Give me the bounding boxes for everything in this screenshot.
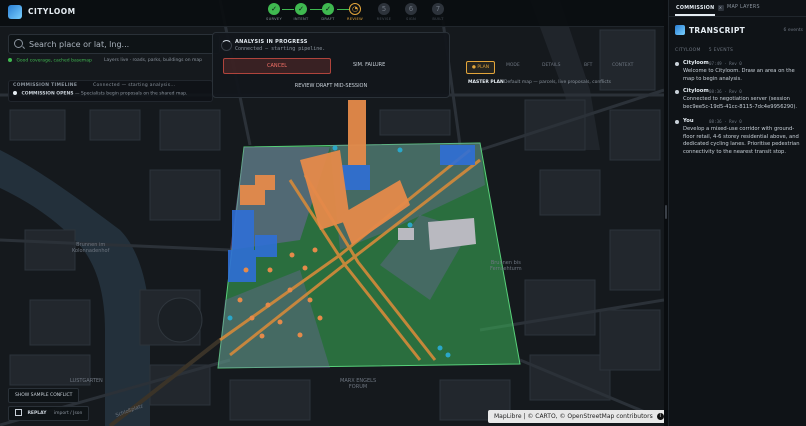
master-plan-row: MASTER PLAN Default map — parcels, live … <box>468 80 658 85</box>
search-box[interactable] <box>8 34 220 54</box>
close-icon[interactable]: × <box>717 5 724 11</box>
transcript-icon <box>675 25 685 35</box>
master-plan-text: Default map — parcels, live proposals, c… <box>504 80 611 85</box>
map-label-fernsehturm: Brunnen bis Fernsehturm <box>490 260 522 272</box>
step-revise[interactable]: 5 REVISE <box>369 3 399 21</box>
step-sign[interactable]: 6 SIGN <box>396 3 426 21</box>
bullet-icon <box>675 120 679 124</box>
check-icon: ✓ <box>322 3 334 15</box>
analysis-panel: ANALYSIS IN PROGRESS Connected — startin… <box>212 32 450 98</box>
map-label-brunnen: Brunnen im Kolonnadenhof <box>72 242 110 254</box>
brand-name: CITYLOOM <box>28 7 76 16</box>
transcript-title: TRANSCRIPT <box>689 26 746 35</box>
bullet-icon <box>675 62 679 66</box>
replay-button[interactable]: REPLAY import / Json <box>8 406 90 421</box>
transcript-meta: CITYLOOM 5 EVENTS <box>675 48 734 53</box>
show-sample-conflict-button[interactable]: SHOW SAMPLE CONFLICT <box>8 388 80 403</box>
master-plan-label: MASTER PLAN <box>468 80 504 85</box>
check-icon: ✓ <box>268 3 280 15</box>
timeline-event-label: COMMISSION OPENS <box>21 91 74 97</box>
timeline-header: COMMISSION TIMELINE <box>13 83 78 88</box>
map-label-forum: MARX ENGELS FORUM <box>340 378 377 390</box>
event-count: 6 events <box>783 28 803 33</box>
status-strip: Good coverage, cached basemap Layers liv… <box>8 58 216 68</box>
tab-mode[interactable]: MODE <box>506 63 520 68</box>
search-icon <box>14 39 23 48</box>
info-icon[interactable]: i <box>656 413 664 420</box>
tab-commission[interactable]: COMMISSION × <box>676 5 724 11</box>
tab-context[interactable]: CONTEXT <box>612 63 633 68</box>
analysis-subtitle: Connected — starting pipeline. <box>235 46 326 52</box>
status-left: Good coverage, cached basemap <box>16 58 92 64</box>
grip-icon <box>665 205 667 219</box>
top-bar: CITYLOOM ✓ SURVEY ✓ INTENT ✓ DRAFT ◔ REV… <box>0 0 664 27</box>
search-input[interactable] <box>27 37 216 52</box>
tab-details[interactable]: DETAILS <box>542 63 560 68</box>
status-right: Layers live · roads, parks, buildings on… <box>104 58 202 63</box>
tab-bft[interactable]: BFT <box>584 63 592 68</box>
step-built[interactable]: 7 BUILT <box>423 3 453 21</box>
plan-tabs: ● PLAN MODE DETAILS BFT CONTEXT <box>466 60 656 74</box>
review-draft-button[interactable]: REVIEW DRAFT MID-SESSION <box>213 83 449 89</box>
progress-icon: ◔ <box>349 3 361 15</box>
timeline-event-text: — Specialists begin proposals on the sha… <box>74 91 188 97</box>
step-review[interactable]: ◔ REVIEW <box>340 3 370 21</box>
replay-icon <box>15 409 22 416</box>
cityloom-logo-icon <box>8 5 22 19</box>
sim-failure-button[interactable]: SIM. FAILURE <box>353 62 385 68</box>
step-draft[interactable]: ✓ DRAFT <box>313 3 343 21</box>
timeline-header-right: Connected — starting analysis... <box>93 83 176 88</box>
map-label-lustgarten: LUSTGARTEN <box>70 378 103 384</box>
step-intent[interactable]: ✓ INTENT <box>286 3 316 21</box>
analysis-title: ANALYSIS IN PROGRESS <box>235 39 308 45</box>
sidebar: COMMISSION × MAP LAYERS TRANSCRIPT 6 even… <box>668 0 806 426</box>
tab-plan[interactable]: ● PLAN <box>466 61 496 74</box>
active-tab-indicator <box>675 14 715 16</box>
spinner-icon <box>221 40 232 51</box>
transcript-header: TRANSCRIPT 6 events <box>675 24 803 38</box>
tab-map-layers[interactable]: MAP LAYERS <box>727 5 760 10</box>
bullet-icon <box>675 90 679 94</box>
map-attribution: MapLibre | © CARTO, © OpenStreetMap cont… <box>488 410 670 423</box>
cancel-button[interactable]: CANCEL <box>223 58 331 74</box>
status-dot-icon <box>8 58 12 62</box>
step-survey[interactable]: ✓ SURVEY <box>259 3 289 21</box>
sidebar-tabs: COMMISSION × MAP LAYERS <box>669 0 806 17</box>
event-bullet-icon <box>13 91 17 95</box>
check-icon: ✓ <box>295 3 307 15</box>
commission-timeline: COMMISSION TIMELINE Connected — starting… <box>8 80 213 102</box>
